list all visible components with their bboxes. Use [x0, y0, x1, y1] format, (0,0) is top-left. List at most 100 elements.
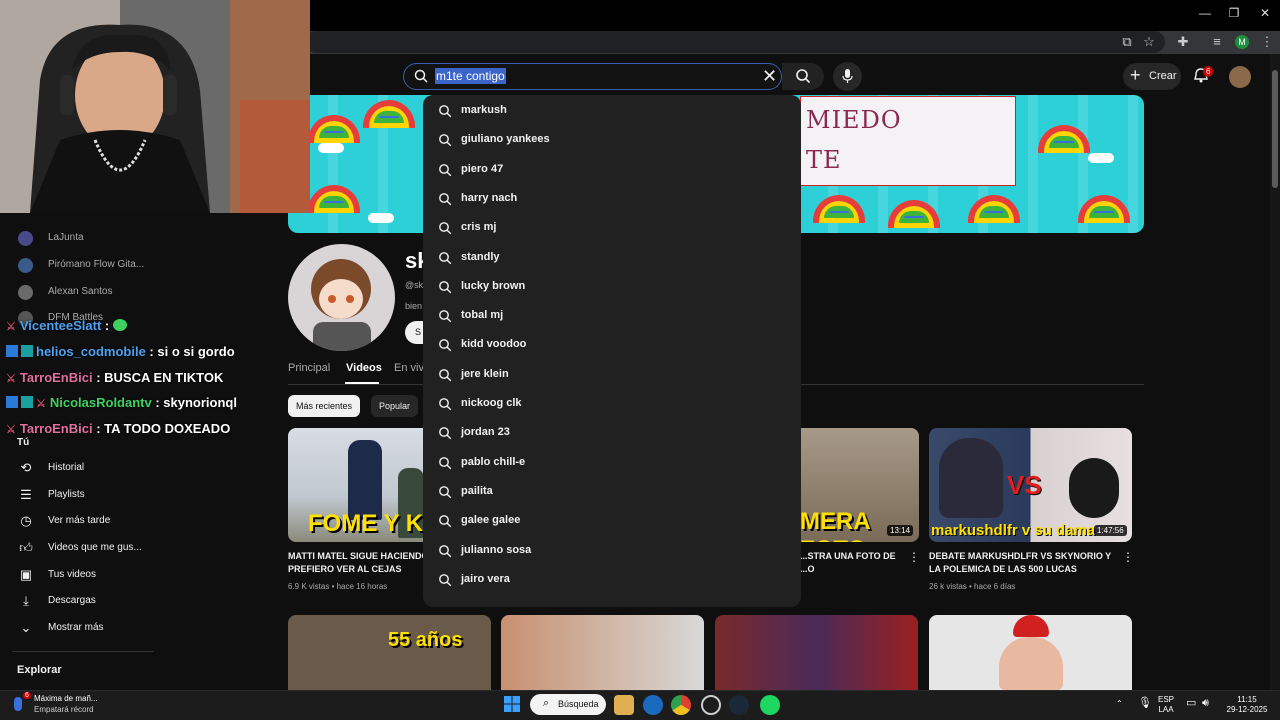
sidebar-item-label: Mostrar más	[48, 622, 104, 633]
chip-recent[interactable]: Más recientes	[288, 395, 361, 417]
microphone-icon[interactable]: 🎙︎	[1138, 698, 1152, 709]
voice-search-button[interactable]	[833, 62, 862, 91]
weather-title[interactable]: Máxima de mañ...	[34, 694, 98, 703]
rainbow-decoration	[968, 195, 1020, 223]
badge-icon	[21, 345, 33, 357]
search-suggestion[interactable]: kidd voodoo	[423, 331, 801, 360]
sidebar-subscription[interactable]: Alexan Santos	[0, 280, 156, 306]
more-options-icon[interactable]: ⋮	[908, 550, 920, 564]
maximize-button[interactable]: ❐	[1224, 6, 1244, 20]
video-title[interactable]: DEBATE MARKUSHDLFR VS SKYNORIO Y LA POLE…	[929, 550, 1119, 576]
sidebar-item-playlists[interactable]: ☰ Playlists	[0, 483, 156, 509]
tab-principal[interactable]: Principal	[288, 362, 330, 374]
search-suggestion[interactable]: nickoog clk	[423, 390, 801, 419]
chip-popular[interactable]: Popular	[371, 395, 419, 417]
install-icon[interactable]: ⧉	[1118, 34, 1136, 50]
bookmark-star-icon[interactable]: ☆	[1140, 34, 1158, 50]
video-duration: 1:47:56	[1094, 525, 1127, 536]
clock[interactable]: 11:15 29-12-2025	[1222, 695, 1272, 715]
video-thumbnail[interactable]	[929, 615, 1132, 690]
search-icon	[439, 456, 452, 469]
taskbar-search[interactable]: Búsqueda	[530, 694, 606, 715]
suggestion-label: standly	[461, 250, 500, 263]
media-icon[interactable]: ≡	[1208, 34, 1226, 49]
sidebar-item-downloads[interactable]: ⤓ Descargas	[0, 589, 156, 615]
file-explorer-icon[interactable]	[614, 695, 634, 715]
sidebar-item-your-videos[interactable]: ▣ Tus videos	[0, 563, 156, 589]
volume-icon[interactable]: 🔊︎	[1202, 698, 1209, 709]
tab-videos[interactable]: Videos	[346, 362, 382, 374]
sidebar-item-liked[interactable]: 👍︎ Videos que me gus...	[0, 536, 156, 562]
suggestion-label: julianno sosa	[461, 543, 532, 556]
search-suggestion[interactable]: tobal mj	[423, 302, 801, 331]
suggestion-label: giuliano yankees	[461, 133, 550, 146]
steam-icon[interactable]	[729, 695, 749, 715]
search-suggestion[interactable]: pablo chill-e	[423, 449, 801, 478]
scrollbar-thumb[interactable]	[1272, 70, 1278, 188]
network-icon[interactable]: ▭	[1186, 698, 1196, 709]
search-button[interactable]	[782, 63, 824, 90]
you-section-header[interactable]: Tú	[17, 437, 29, 448]
webcam-feed	[0, 0, 310, 213]
search-suggestion[interactable]: jordan 23	[423, 419, 801, 448]
language-indicator[interactable]: ESP LAA	[1158, 695, 1174, 715]
suggestion-label: nickoog clk	[461, 397, 522, 409]
search-icon	[439, 251, 452, 264]
search-suggestion[interactable]: pailita	[423, 478, 801, 507]
app-icon[interactable]	[701, 695, 721, 715]
search-suggestion[interactable]: jere klein	[423, 361, 801, 390]
search-query-text[interactable]: m1te contigo	[435, 68, 506, 84]
video-title[interactable]: ...STRA UNA FOTO DE ...O	[800, 550, 900, 576]
sidebar-item-label: Historial	[48, 462, 85, 473]
extensions-icon[interactable]: ✚	[1174, 34, 1192, 50]
search-suggestion[interactable]: giuliano yankees	[423, 126, 801, 155]
profile-avatar[interactable]: M	[1235, 35, 1249, 49]
search-suggestion[interactable]: harry nach	[423, 185, 801, 214]
search-suggestion[interactable]: standly	[423, 244, 801, 273]
video-thumbnail[interactable]: 55 años	[288, 615, 491, 690]
sidebar-subscription[interactable]: LaJunta	[0, 226, 156, 252]
chat-text: BUSCA EN TIKTOK	[104, 370, 224, 385]
chat-separator: :	[92, 421, 105, 436]
chat-text: skynorionql	[163, 395, 237, 410]
minimize-button[interactable]: —	[1195, 6, 1215, 20]
more-options-icon[interactable]: ⋮	[1122, 550, 1134, 564]
sidebar-item-history[interactable]: ⟲ Historial	[0, 456, 156, 482]
anime-avatar-icon	[311, 259, 371, 351]
weather-icon[interactable]	[14, 697, 22, 711]
search-suggestion[interactable]: piero 47	[423, 156, 801, 185]
sidebar-item-show-more[interactable]: ⌄ Mostrar más	[0, 616, 156, 642]
search-suggestion[interactable]: julianno sosa	[423, 537, 801, 566]
windows-start-icon[interactable]	[502, 695, 522, 715]
video-thumbnail[interactable]	[715, 615, 918, 690]
sword-icon: ⚔	[6, 373, 16, 385]
search-suggestion[interactable]: lucky brown	[423, 273, 801, 302]
sidebar-subscription[interactable]: Pirómano Flow Gita...	[0, 253, 156, 279]
search-icon	[439, 192, 452, 206]
address-bar[interactable]	[305, 31, 1165, 53]
thumbnail-figure	[1069, 458, 1119, 518]
channel-avatar-large[interactable]	[288, 244, 395, 351]
search-suggestion[interactable]: markush	[423, 97, 801, 126]
thumbnail-caption: markushdlfr v su dama	[931, 522, 1096, 539]
rainbow-decoration	[308, 115, 360, 143]
search-suggestion[interactable]: jairo vera	[423, 566, 801, 595]
user-avatar[interactable]	[1229, 66, 1251, 88]
video-thumbnail[interactable]	[501, 615, 704, 690]
channel-description[interactable]: bien	[405, 301, 422, 311]
suggestion-label: harry nach	[461, 191, 518, 204]
video-duration: 13:14	[887, 525, 914, 536]
chrome-icon[interactable]	[671, 695, 691, 715]
channel-avatar	[18, 231, 33, 246]
spotify-icon[interactable]	[760, 695, 780, 715]
tab-live[interactable]: En viv	[394, 362, 424, 374]
clear-search-icon[interactable]: ✕	[762, 66, 777, 87]
edge-icon[interactable]	[643, 695, 663, 715]
close-window-button[interactable]: ✕	[1255, 6, 1275, 20]
browser-menu-icon[interactable]: ⋮	[1258, 34, 1276, 50]
tray-chevron-icon[interactable]: ⌃	[1116, 699, 1123, 709]
sidebar-item-watch-later[interactable]: ◷ Ver más tarde	[0, 509, 156, 535]
badge-icon	[6, 345, 18, 357]
search-suggestion[interactable]: cris mj	[423, 214, 801, 243]
search-suggestion[interactable]: galee galee	[423, 507, 801, 536]
